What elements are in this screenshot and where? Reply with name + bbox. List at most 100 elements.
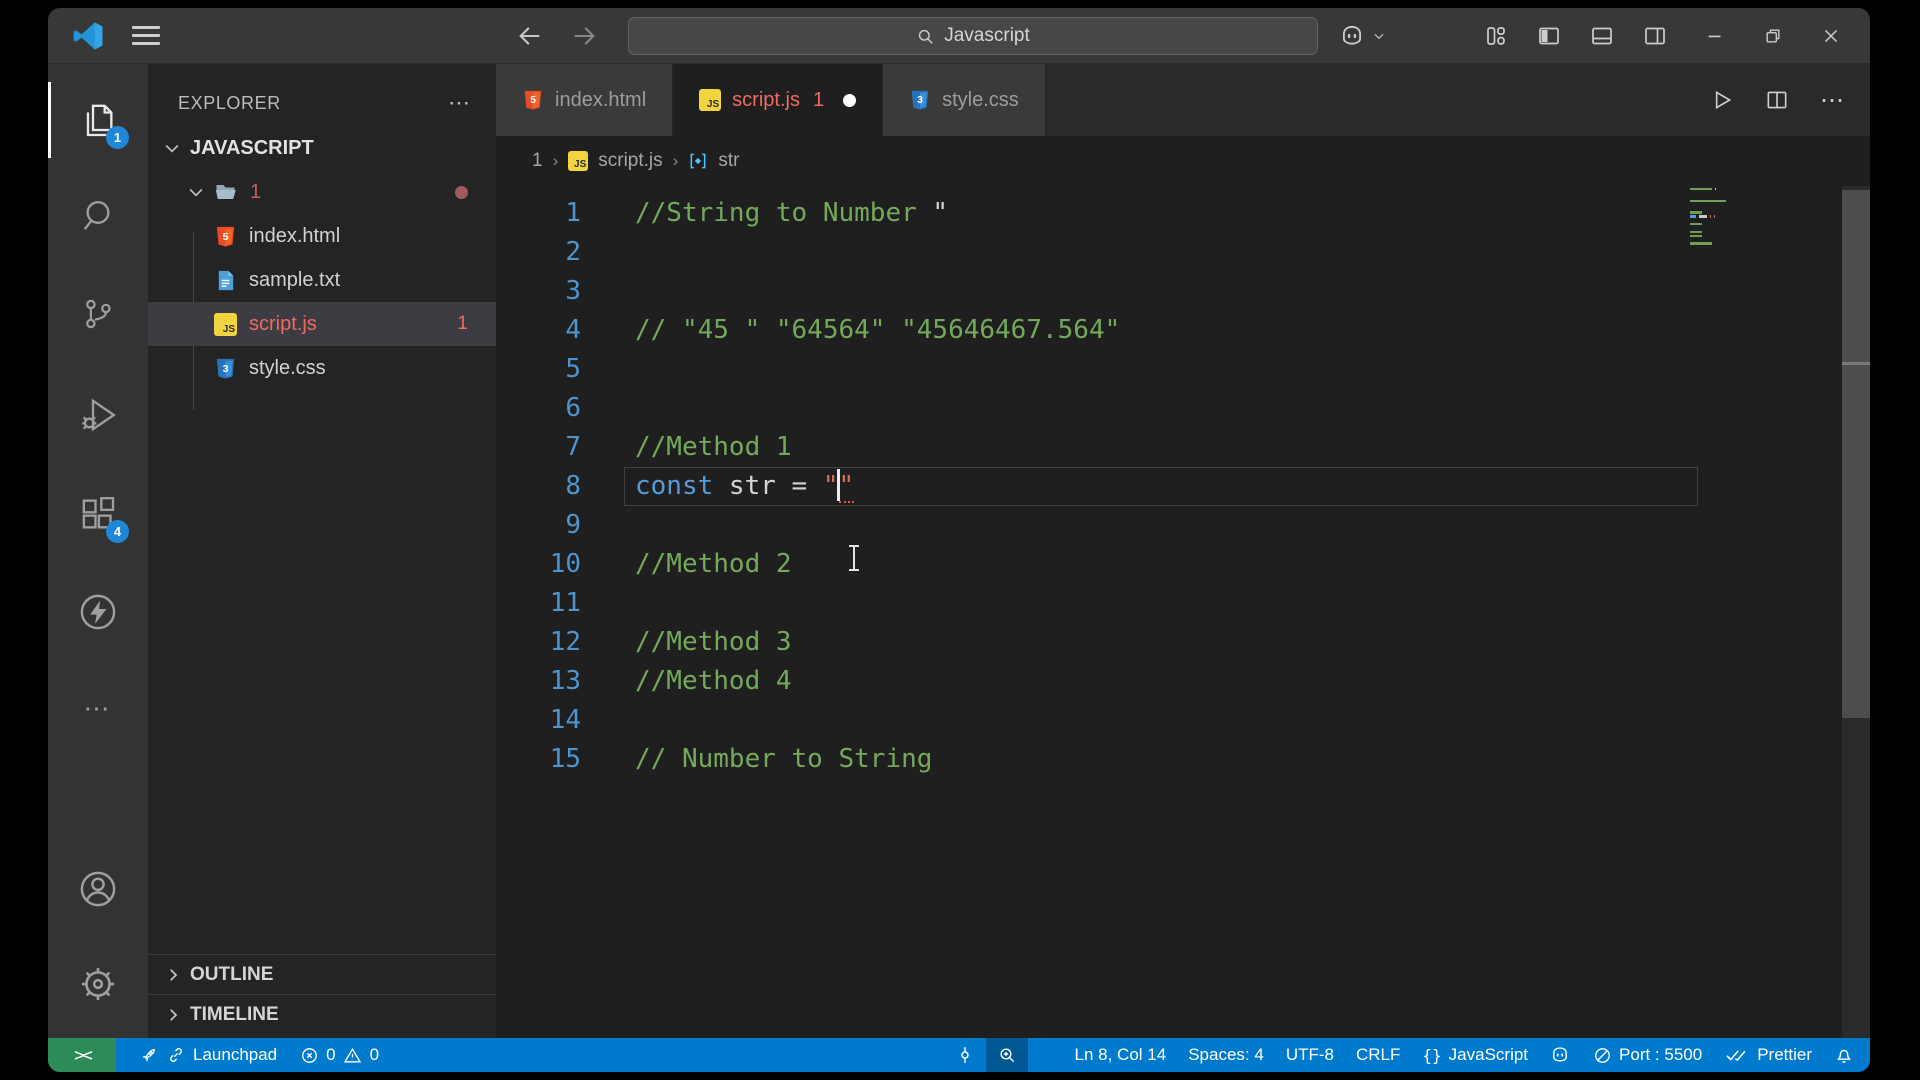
line-number: 15	[549, 744, 581, 774]
line-number: 13	[549, 666, 581, 696]
breadcrumb-folder[interactable]: 1	[532, 150, 543, 172]
code-line[interactable]: 1 //String to Number "	[496, 194, 1870, 233]
line-number: 8	[565, 471, 581, 501]
file-row-script-js[interactable]: JS script.js 1	[148, 302, 496, 346]
file-row-style-css[interactable]: 3 style.css	[148, 346, 496, 390]
code-line[interactable]: 4 // "45 " "64564" "45646467.564"	[496, 311, 1870, 350]
code-token: "	[822, 471, 839, 501]
file-row-index-html[interactable]: 5 index.html	[148, 214, 496, 258]
timeline-section[interactable]: TIMELINE	[148, 994, 496, 1034]
folder-row[interactable]: 1	[148, 170, 496, 214]
sidebar-item-run-debug[interactable]	[48, 377, 148, 453]
toggle-secondary-sidebar-icon[interactable]	[1642, 23, 1668, 49]
tab-index-html[interactable]: 5 index.html	[496, 64, 674, 136]
unsaved-dot[interactable]	[843, 93, 857, 107]
menu-hamburger-icon[interactable]	[132, 26, 160, 46]
code-text: //Method 4	[635, 662, 792, 701]
sidebar-item-explorer[interactable]: 1	[48, 82, 148, 158]
chevron-right-icon	[170, 1008, 178, 1021]
minimap-token	[1690, 242, 1712, 245]
settings-button[interactable]	[48, 946, 148, 1022]
notifications-item[interactable]	[1823, 1038, 1870, 1072]
file-row-sample-txt[interactable]: sample.txt	[148, 258, 496, 302]
remote-indicator[interactable]: ><	[48, 1038, 116, 1072]
svg-text:5: 5	[530, 95, 536, 106]
encoding[interactable]: UTF-8	[1275, 1038, 1345, 1072]
code-line[interactable]: 3	[496, 272, 1870, 311]
ellipsis-icon: ⋯	[83, 692, 113, 723]
tab-script-js[interactable]: JS script.js 1	[673, 64, 884, 136]
split-editor-icon[interactable]	[1764, 87, 1790, 113]
code-line[interactable]: 10 //Method 2	[496, 545, 1870, 584]
scrollbar-thumb[interactable]	[1842, 190, 1870, 718]
breadcrumb-file[interactable]: script.js	[598, 150, 662, 172]
code-line[interactable]: 11	[496, 584, 1870, 623]
prettier-item[interactable]: Prettier	[1713, 1038, 1823, 1072]
line-number: 12	[549, 627, 581, 657]
cursor-position[interactable]: Ln 8, Col 14	[1064, 1038, 1178, 1072]
code-line[interactable]: 8 const str = ""	[496, 467, 1870, 506]
editor-scrollbar[interactable]	[1842, 186, 1870, 1038]
double-check-icon	[1724, 1045, 1750, 1065]
code-line[interactable]: 7 //Method 1	[496, 428, 1870, 467]
minimap[interactable]	[1690, 188, 1842, 246]
sidebar-item-extensions[interactable]: 4	[48, 476, 148, 552]
minimap-line	[1690, 242, 1842, 246]
code-line[interactable]: 14	[496, 701, 1870, 740]
close-icon[interactable]	[1818, 23, 1844, 49]
toggle-panel-icon[interactable]	[1589, 23, 1615, 49]
js-file-icon: JS	[699, 89, 722, 111]
problems-item[interactable]: 0 0	[288, 1038, 390, 1072]
outline-section[interactable]: OUTLINE	[148, 954, 496, 994]
launchpad-item[interactable]: Launchpad	[128, 1038, 288, 1072]
extensions-badge: 4	[106, 520, 129, 543]
error-count: 0	[326, 1045, 336, 1064]
forward-arrow-icon[interactable]	[570, 22, 598, 50]
sidebar-item-thunder-client[interactable]	[48, 574, 148, 650]
code-line[interactable]: 12 //Method 3	[496, 623, 1870, 662]
tab-style-css[interactable]: 3 style.css	[883, 64, 1046, 136]
live-server-port[interactable]: Port : 5500	[1581, 1038, 1713, 1072]
toggle-primary-sidebar-icon[interactable]	[1536, 23, 1562, 49]
code-line[interactable]: 5	[496, 350, 1870, 389]
editor-group: 5 index.html JS script.js 1 3 style.css	[496, 64, 1870, 1038]
run-file-icon[interactable]	[1708, 87, 1734, 113]
more-views-button[interactable]: ⋯	[48, 670, 148, 746]
code-editor[interactable]: 1 //String to Number " 2 3 4 // "45 " "64564"…	[496, 186, 1870, 1038]
gear-icon	[76, 962, 120, 1006]
restore-icon[interactable]	[1760, 23, 1786, 49]
chevron-right-icon: ›	[672, 151, 679, 170]
indentation[interactable]: Spaces: 4	[1177, 1038, 1275, 1072]
code-line[interactable]: 9	[496, 506, 1870, 545]
sidebar-item-search[interactable]	[48, 177, 148, 253]
eol-selector[interactable]: CRLF	[1345, 1038, 1411, 1072]
sidebar-item-source-control[interactable]	[48, 276, 148, 352]
customize-layout-icon[interactable]	[1483, 23, 1509, 49]
code-line[interactable]: 15 // Number to String	[496, 740, 1870, 779]
bell-icon	[1834, 1045, 1854, 1065]
code-line[interactable]: 13 //Method 4	[496, 662, 1870, 701]
commit-icon	[955, 1045, 975, 1065]
copilot-status[interactable]	[1539, 1038, 1581, 1072]
copilot-menu[interactable]	[1339, 23, 1387, 49]
command-center-search[interactable]: Javascript	[628, 17, 1318, 55]
breadcrumb-symbol[interactable]: str	[718, 150, 739, 172]
accounts-button[interactable]	[48, 851, 148, 927]
line-number: 14	[549, 705, 581, 735]
code-line[interactable]: 6	[496, 389, 1870, 428]
file-name: script.js	[249, 312, 317, 335]
zoom-item[interactable]	[985, 1038, 1028, 1072]
language-mode[interactable]: {} JavaScript	[1411, 1038, 1539, 1072]
folder-open-icon	[215, 185, 236, 199]
line-number: 2	[565, 237, 581, 267]
html-file-icon: 5	[216, 226, 235, 247]
explorer-actions-icon[interactable]: ⋯	[448, 90, 472, 116]
back-arrow-icon[interactable]	[516, 22, 544, 50]
svg-text:3: 3	[223, 362, 229, 374]
more-actions-icon[interactable]: ⋯	[1820, 86, 1846, 115]
breadcrumb[interactable]: 1 › JS script.js › str	[496, 136, 1870, 186]
code-line[interactable]: 2	[496, 233, 1870, 272]
explorer-section-javascript[interactable]: JAVASCRIPT	[148, 126, 496, 170]
minimize-icon[interactable]	[1702, 23, 1728, 49]
screencast-item[interactable]	[944, 1038, 986, 1072]
